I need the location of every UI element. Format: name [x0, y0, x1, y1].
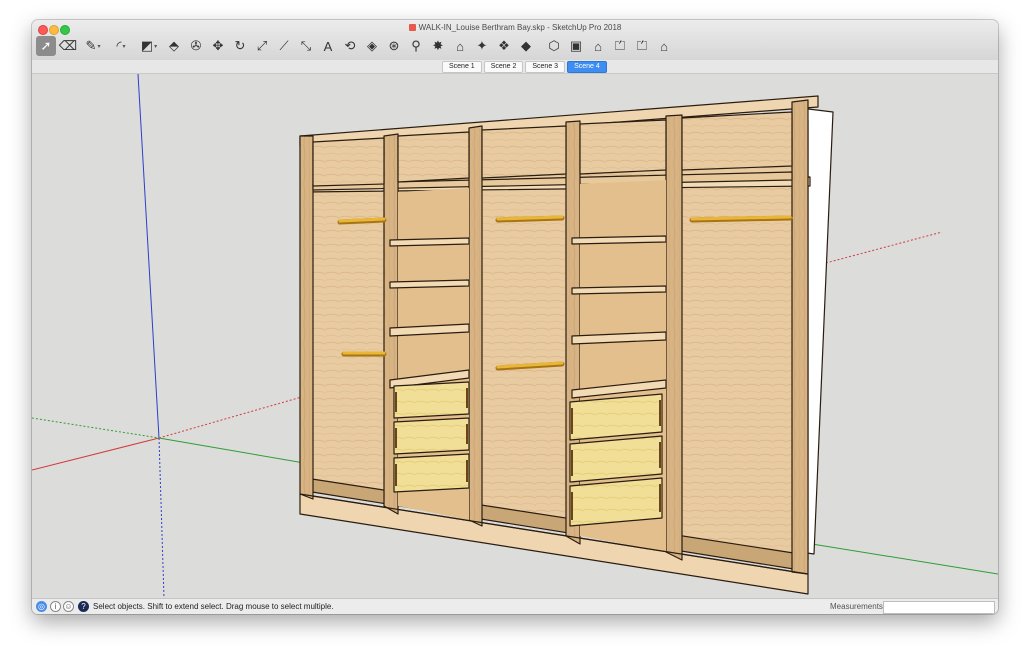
extension-tool[interactable]: ✦ — [472, 36, 492, 56]
instructor-icon[interactable]: ? — [78, 601, 89, 612]
drawer-4-c — [569, 477, 663, 527]
red-axis-far — [821, 231, 943, 265]
front-view-tool[interactable]: ⌂ — [588, 36, 608, 56]
upper-box-2 — [397, 131, 470, 183]
model-info-tool[interactable]: ❖ — [494, 36, 514, 56]
main-toolbar: ➚⌫✎◜◩⬘✇✥↻⤢⟋⤡A⟲◈⊛⚲✸⌂✦❖◆⬡▣⌂⏍⏍⌂ — [36, 35, 676, 57]
scene-tab-4[interactable]: Scene 4 — [567, 61, 607, 73]
drawer-2-b — [393, 417, 470, 455]
text-tool[interactable]: A — [318, 36, 338, 56]
green-axis-right — [811, 543, 998, 575]
geo-location-icon[interactable]: ◎ — [36, 601, 47, 612]
left-view-tool[interactable]: ⌂ — [654, 36, 674, 56]
select-tool[interactable]: ➚ — [36, 36, 56, 56]
arc-tool[interactable]: ◜ — [108, 36, 134, 56]
back-view-tool[interactable]: ⏍ — [632, 36, 652, 56]
upper-box-5 — [681, 111, 793, 171]
green-axis — [158, 437, 311, 465]
warehouse-tool[interactable]: ⌂ — [450, 36, 470, 56]
scene-tab-2[interactable]: Scene 2 — [483, 61, 524, 73]
push-pull-tool[interactable]: ⬘ — [164, 36, 184, 56]
divider-2 — [468, 125, 483, 527]
model-canvas[interactable] — [32, 74, 998, 598]
shape-tool[interactable]: ◩ — [136, 36, 162, 56]
window-title: WALK-IN_Louise Berthram Bay.skp - Sketch… — [32, 23, 998, 32]
sketchup-window: WALK-IN_Louise Berthram Bay.skp - Sketch… — [32, 20, 998, 614]
rail-1-top-core — [338, 217, 386, 223]
left-side — [299, 135, 314, 500]
drawer-4-b — [569, 435, 663, 483]
measurements-field[interactable] — [883, 601, 995, 614]
shelf-4-b — [571, 285, 667, 295]
blue-axis — [137, 74, 160, 439]
green-axis-dotted — [32, 417, 160, 439]
divider-1 — [383, 133, 399, 515]
scene-tab-3[interactable]: Scene 3 — [525, 61, 566, 73]
shelf-2-b — [389, 279, 470, 289]
rail-3-top-core — [496, 215, 564, 221]
right-view-tool[interactable]: ⏍ — [610, 36, 630, 56]
upper-box-4 — [579, 119, 667, 175]
dimension-tool[interactable]: ⤡ — [296, 36, 316, 56]
top-view-tool[interactable]: ▣ — [566, 36, 586, 56]
document-icon — [408, 24, 416, 31]
line-tool[interactable]: ✎ — [80, 36, 106, 56]
window-title-text: WALK-IN_Louise Berthram Bay.skp - Sketch… — [418, 23, 622, 32]
upper-box-1 — [312, 137, 385, 187]
move-tool[interactable]: ✥ — [208, 36, 228, 56]
red-axis — [32, 437, 160, 471]
zoom-extents-tool[interactable]: ✸ — [428, 36, 448, 56]
upper-box-3 — [481, 125, 567, 179]
drawer-2-c — [393, 453, 470, 493]
scene-tabs-bar: Scene 1 Scene 2 Scene 3 Scene 4 — [32, 60, 998, 74]
wardrobe-model[interactable] — [299, 95, 834, 595]
model-viewport[interactable] — [32, 74, 998, 598]
eraser-tool[interactable]: ⌫ — [58, 36, 78, 56]
status-message: Select objects. Shift to extend select. … — [93, 602, 334, 611]
offset-tool[interactable]: ◈ — [362, 36, 382, 56]
scene-tab-1[interactable]: Scene 1 — [442, 61, 482, 73]
orbit-tool[interactable]: ⊛ — [384, 36, 404, 56]
measurements-label: Measurements — [830, 602, 883, 611]
drawer-2-a — [393, 381, 470, 419]
user-icon[interactable]: ☺ — [63, 601, 74, 612]
red-axis-dotted — [158, 393, 313, 439]
rail-5-top-core — [690, 215, 792, 221]
shelf-4-a — [571, 235, 667, 245]
shelf-2-a — [389, 237, 470, 247]
ruby-tool[interactable]: ◆ — [516, 36, 536, 56]
zoom-tool[interactable]: ⚲ — [406, 36, 426, 56]
drawer-4-a — [569, 393, 663, 441]
scene-tabs: Scene 1 Scene 2 Scene 3 Scene 4 — [442, 61, 609, 73]
iso-view-tool[interactable]: ⬡ — [544, 36, 564, 56]
divider-4 — [665, 114, 683, 561]
title-bar: WALK-IN_Louise Berthram Bay.skp - Sketch… — [32, 20, 998, 61]
blue-axis-hidden — [158, 437, 165, 598]
tape-measure-tool[interactable]: ⟋ — [274, 36, 294, 56]
follow-me-tool[interactable]: ⟲ — [340, 36, 360, 56]
info-icon[interactable]: i — [50, 601, 61, 612]
paint-bucket-tool[interactable]: ✇ — [186, 36, 206, 56]
rotate-tool[interactable]: ↻ — [230, 36, 250, 56]
status-bar: ◎ i ☺ ? Select objects. Shift to extend … — [32, 598, 998, 614]
right-side — [791, 99, 809, 575]
scale-tool[interactable]: ⤢ — [252, 36, 272, 56]
